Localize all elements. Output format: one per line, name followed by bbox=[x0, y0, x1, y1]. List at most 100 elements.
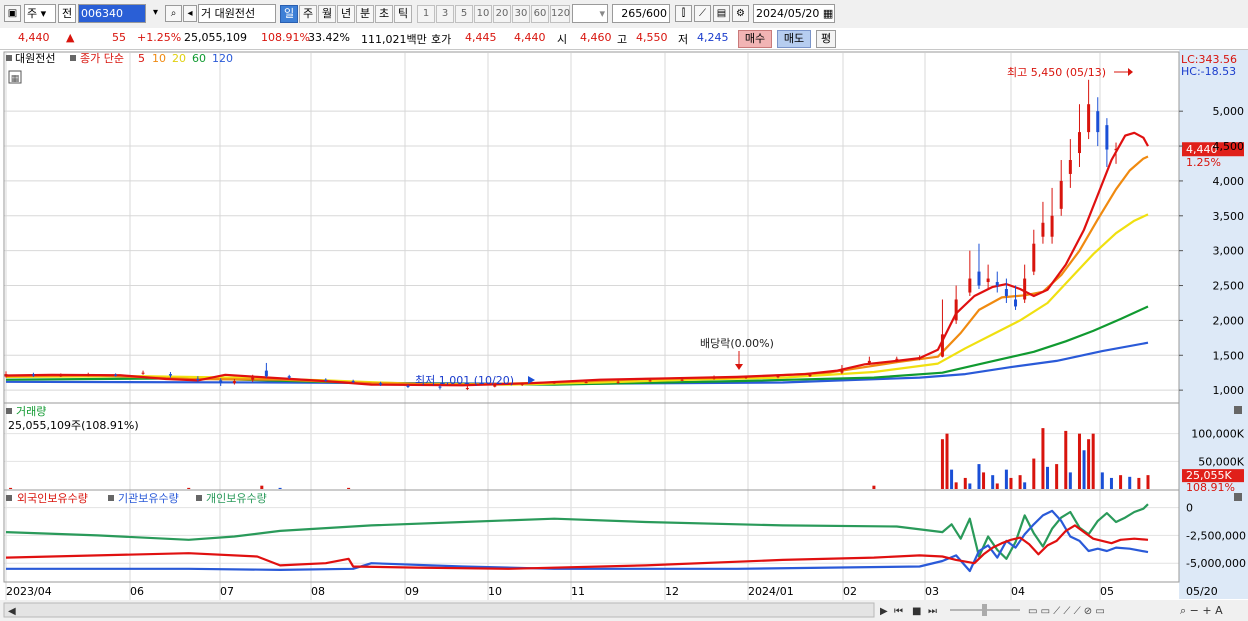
legend-individual[interactable]: 개인보유수량 bbox=[206, 492, 267, 505]
interval-60[interactable]: 60 bbox=[531, 5, 549, 23]
price-tick-label: 4,500 bbox=[1213, 140, 1245, 153]
sell-button[interactable]: 매도 bbox=[777, 30, 811, 48]
gear-icon[interactable]: ⚙ bbox=[732, 5, 749, 22]
interval-30[interactable]: 30 bbox=[512, 5, 530, 23]
quote-low: 4,245 bbox=[697, 31, 729, 44]
zoom-slider-thumb[interactable] bbox=[982, 604, 987, 616]
code-input[interactable]: 006340 bbox=[78, 4, 146, 23]
annotation-dividend: 배당락(0.00%) bbox=[700, 337, 774, 350]
scroll-left-icon[interactable]: ◀ bbox=[8, 606, 16, 617]
quote-change-pct: +1.25% bbox=[137, 31, 182, 44]
legend-stock-name[interactable]: 대원전선 bbox=[15, 52, 55, 65]
period-minute[interactable]: 분 bbox=[356, 5, 374, 23]
interval-custom-select[interactable]: ▾ bbox=[572, 4, 608, 23]
period-week[interactable]: 주 bbox=[299, 5, 317, 23]
rewind-icon[interactable]: ⏮ bbox=[894, 606, 903, 617]
legend-ma20[interactable]: 20 bbox=[172, 52, 186, 65]
panel-close-icon[interactable] bbox=[1234, 406, 1242, 414]
legend-foreign[interactable]: 외국인보유수량 bbox=[17, 492, 88, 505]
candle-body bbox=[232, 381, 236, 384]
period-tick[interactable]: 틱 bbox=[394, 5, 412, 23]
quote-amount: 111,021백만 bbox=[361, 33, 427, 46]
legend-ma120[interactable]: 120 bbox=[212, 52, 233, 65]
price-tick-label: 1,000 bbox=[1213, 384, 1245, 397]
stock-chart[interactable]: 4,4401.25% 25,055K108.91% 2023/04 06 07 08 0… bbox=[0, 50, 1248, 621]
interval-120[interactable]: 120 bbox=[550, 5, 570, 23]
legend-square bbox=[6, 495, 12, 501]
count-value: 265 bbox=[621, 7, 643, 20]
date-field[interactable]: 2024/05/20 ▦ bbox=[753, 4, 835, 23]
quote-price: 4,440 bbox=[18, 31, 50, 44]
candle-body bbox=[1032, 243, 1036, 272]
candle-body bbox=[31, 374, 35, 376]
save-icon[interactable]: ▤ bbox=[713, 5, 730, 22]
candle-body bbox=[776, 376, 780, 378]
legend-square bbox=[6, 55, 12, 61]
panel-close-icon[interactable] bbox=[1234, 493, 1242, 501]
speaker-icon[interactable]: ◂ bbox=[183, 5, 197, 22]
prev-button[interactable]: 전 bbox=[58, 4, 76, 23]
scroll-track[interactable] bbox=[3, 602, 875, 618]
interval-10[interactable]: 10 bbox=[474, 5, 492, 23]
eval-button[interactable]: 평 bbox=[816, 30, 836, 48]
search-icon[interactable]: ⌕ bbox=[165, 5, 182, 22]
line-tool-icon[interactable]: ⟋ bbox=[694, 5, 711, 22]
candle-body bbox=[1114, 148, 1118, 151]
candle-body bbox=[968, 278, 972, 293]
layout-icon[interactable]: ▣ bbox=[4, 5, 21, 22]
legend-ma5[interactable]: 5 bbox=[138, 52, 145, 65]
quote-bid-label: 호가 bbox=[431, 33, 452, 46]
period-second[interactable]: 초 bbox=[375, 5, 393, 23]
legend-square bbox=[6, 408, 12, 414]
code-dropdown-icon[interactable]: ▾ bbox=[147, 5, 164, 22]
legend-square bbox=[108, 495, 114, 501]
stop-icon[interactable]: ■ bbox=[912, 606, 921, 617]
scroll-right-icon[interactable]: ▶ bbox=[880, 606, 888, 617]
volume-title[interactable]: 거래량 bbox=[16, 405, 46, 418]
calendar-icon[interactable]: ▦ bbox=[823, 7, 833, 20]
volume-bar bbox=[968, 483, 972, 489]
legend-institution[interactable]: 기관보유수량 bbox=[118, 492, 179, 505]
candle-body bbox=[954, 299, 958, 321]
volume-bar bbox=[260, 485, 264, 489]
current-price-pct: 1.25% bbox=[1186, 156, 1221, 169]
stock-name-field[interactable]: 거 대원전선 bbox=[198, 4, 276, 23]
candle-body bbox=[465, 388, 469, 390]
legend-ma60[interactable]: 60 bbox=[192, 52, 206, 65]
candle-body bbox=[86, 374, 90, 376]
interval-3[interactable]: 3 bbox=[436, 5, 454, 23]
legend-square bbox=[70, 55, 76, 61]
volume-bar bbox=[1055, 464, 1059, 489]
period-month[interactable]: 월 bbox=[318, 5, 336, 23]
x-tick-label: 07 bbox=[220, 585, 234, 598]
period-year[interactable]: 년 bbox=[337, 5, 355, 23]
chart-tool-icons[interactable]: ▭ ▭ ⟋ ⟋ ⟋ ⊘ ▭ bbox=[1028, 606, 1105, 617]
legend-ma10[interactable]: 10 bbox=[152, 52, 166, 65]
legend-square bbox=[196, 495, 202, 501]
scale-info-hc: HC:-18.53 bbox=[1181, 65, 1236, 78]
current-volume-pct: 108.91% bbox=[1186, 481, 1235, 494]
interval-1[interactable]: 1 bbox=[417, 5, 435, 23]
x-tick-label: 2023/04 bbox=[6, 585, 52, 598]
quote-high-label: 고 bbox=[617, 33, 628, 46]
volume-bar bbox=[9, 487, 13, 489]
market-select[interactable]: 주 ▾ bbox=[24, 4, 56, 23]
type-label: 거 bbox=[201, 7, 212, 20]
buy-button[interactable]: 매수 bbox=[738, 30, 772, 48]
candle-body bbox=[1023, 278, 1027, 300]
zoom-icons[interactable]: ⌕ − + A bbox=[1180, 604, 1223, 617]
volume-bar bbox=[347, 487, 351, 489]
x-tick-label: 06 bbox=[130, 585, 144, 598]
holdings-tick-label: 0 bbox=[1186, 502, 1193, 515]
quote-open-label: 시 bbox=[557, 33, 568, 46]
forward-icon[interactable]: ⏭ bbox=[928, 606, 937, 617]
volume-bar bbox=[940, 439, 944, 489]
count-field[interactable]: 265/600 bbox=[612, 4, 670, 23]
interval-5[interactable]: 5 bbox=[455, 5, 473, 23]
interval-20[interactable]: 20 bbox=[493, 5, 511, 23]
candle-body bbox=[744, 376, 748, 378]
candle-icon[interactable]: ⫿ bbox=[675, 5, 692, 22]
candle-body bbox=[1077, 132, 1081, 154]
period-day[interactable]: 일 bbox=[280, 5, 298, 23]
candle-body bbox=[1105, 125, 1109, 150]
